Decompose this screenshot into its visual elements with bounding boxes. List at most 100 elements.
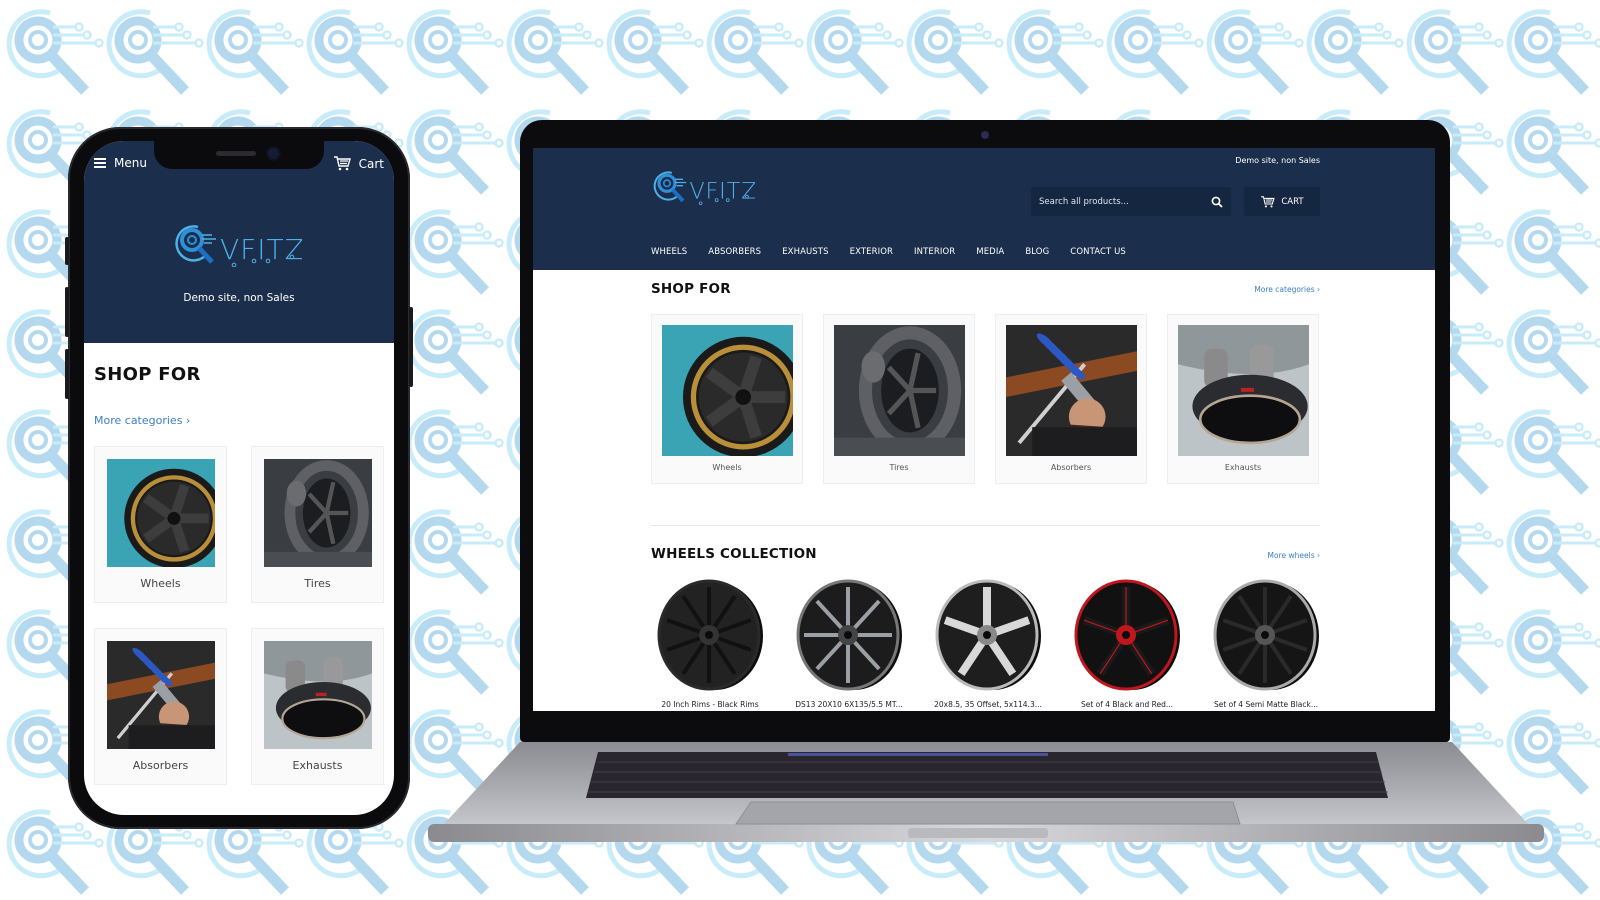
menu-label: Menu	[114, 156, 147, 170]
tire-photo	[834, 325, 965, 456]
category-label: Absorbers	[1050, 463, 1092, 472]
pattern-magnifier-icon	[1406, 9, 1504, 95]
mobile-category-card-absorbers[interactable]: Absorbers	[94, 628, 227, 785]
pattern-magnifier-icon	[406, 9, 504, 95]
product-card[interactable]: DS13 20X10 6X135/5.5 MT...	[790, 578, 908, 709]
webcam-icon	[981, 131, 989, 139]
pattern-magnifier-icon	[1506, 409, 1600, 495]
svg-text:VFITZ: VFITZ	[689, 179, 755, 205]
pattern-magnifier-icon	[306, 9, 404, 95]
mobile-shop-for-section: SHOP FOR More categories › Wheels Tires …	[84, 343, 394, 815]
category-card-wheels[interactable]: Wheels	[651, 314, 803, 484]
exhaust-photo	[264, 641, 372, 749]
pattern-magnifier-icon	[1306, 9, 1404, 95]
more-categories-link[interactable]: More categories ›	[1254, 285, 1320, 294]
category-label: Wheels	[140, 577, 181, 590]
wheel-photo	[107, 459, 215, 567]
pattern-magnifier-icon	[1506, 309, 1600, 395]
pattern-magnifier-icon	[1006, 9, 1104, 95]
cart-label: Cart	[358, 156, 384, 171]
vfitz-logo[interactable]: VFITZ	[172, 221, 304, 271]
category-card-absorbers[interactable]: Absorbers	[995, 314, 1147, 484]
pattern-magnifier-icon	[6, 9, 104, 95]
pattern-magnifier-icon	[506, 9, 604, 95]
wheel-product-image	[1074, 579, 1180, 691]
main-nav: WHEELS ABSORBERS EXHAUSTS EXTERIOR INTER…	[651, 247, 1147, 257]
pattern-magnifier-icon	[406, 409, 504, 495]
cart-button[interactable]: CART	[1244, 187, 1320, 216]
pattern-magnifier-icon	[1506, 509, 1600, 595]
search-box	[1031, 187, 1231, 216]
vfitz-logo[interactable]: VFITZ	[651, 168, 756, 209]
product-card[interactable]: Set of 4 Black and Red...	[1068, 578, 1186, 709]
desktop-header: VFITZ Demo site, non Sales CART WHEELS A…	[533, 148, 1435, 270]
search-icon[interactable]	[1211, 196, 1223, 208]
pattern-magnifier-icon	[1106, 9, 1204, 95]
absorber-photo	[107, 641, 215, 749]
pattern-magnifier-icon	[606, 9, 704, 95]
nav-interior[interactable]: INTERIOR	[914, 247, 955, 257]
category-label: Tires	[304, 577, 331, 590]
product-title: Set of 4 Semi Matte Black...	[1213, 700, 1318, 709]
category-label: Exhausts	[1224, 463, 1262, 472]
category-label: Exhausts	[292, 759, 343, 772]
pattern-magnifier-icon	[106, 9, 204, 95]
phone-screen: Menu Cart VFITZ Demo site, non Sales SHO…	[84, 141, 394, 815]
phone-notch	[154, 141, 324, 169]
pattern-magnifier-icon	[406, 109, 504, 195]
absorber-photo	[1006, 325, 1137, 456]
mobile-category-card-wheels[interactable]: Wheels	[94, 446, 227, 603]
cart-icon	[1261, 195, 1276, 207]
category-label: Wheels	[712, 463, 742, 472]
mobile-section-title: SHOP FOR	[94, 364, 201, 385]
pattern-magnifier-icon	[406, 209, 504, 295]
mobile-cart-button[interactable]: Cart	[333, 156, 384, 171]
logo-icon: VFITZ	[175, 225, 304, 268]
hamburger-icon	[94, 158, 106, 168]
product-card[interactable]: Set of 4 Semi Matte Black...	[1207, 578, 1325, 709]
category-card-tires[interactable]: Tires	[823, 314, 975, 484]
laptop-base	[428, 742, 1544, 842]
mobile-category-card-tires[interactable]: Tires	[251, 446, 384, 603]
category-card-exhausts[interactable]: Exhausts	[1167, 314, 1319, 484]
mobile-header: Menu Cart VFITZ Demo site, non Sales	[84, 141, 394, 343]
logo-icon: VFITZ	[653, 171, 756, 206]
product-card[interactable]: 20 Inch Rims - Black Rims	[651, 578, 769, 709]
nav-media[interactable]: MEDIA	[976, 247, 1004, 257]
cart-label: CART	[1281, 196, 1304, 207]
nav-contact-us[interactable]: CONTACT US	[1070, 247, 1126, 257]
wheels-product-row: 20 Inch Rims - Black Rims DS13 20X10 6X1…	[651, 578, 1325, 709]
pattern-magnifier-icon	[1506, 9, 1600, 95]
wheel-product-image	[935, 579, 1041, 691]
category-label: Absorbers	[132, 759, 189, 772]
search-input[interactable]	[1039, 196, 1189, 207]
mobile-category-card-exhausts[interactable]: Exhausts	[251, 628, 384, 785]
pattern-magnifier-icon	[406, 509, 504, 595]
product-title: 20x8.5, 35 Offset, 5x114.3...	[934, 700, 1042, 709]
wheel-product-image	[796, 579, 902, 691]
pattern-magnifier-icon	[1506, 209, 1600, 295]
nav-blog[interactable]: BLOG	[1025, 247, 1049, 257]
wheel-photo	[662, 325, 793, 456]
nav-absorbers[interactable]: ABSORBERS	[708, 247, 761, 257]
pattern-magnifier-icon	[806, 9, 904, 95]
pattern-magnifier-icon	[6, 809, 104, 895]
desktop-tagline: Demo site, non Sales	[1235, 156, 1320, 165]
more-wheels-link[interactable]: More wheels ›	[1268, 551, 1320, 560]
pattern-magnifier-icon	[1506, 109, 1600, 195]
wheel-product-image	[1213, 579, 1319, 691]
nav-exhausts[interactable]: EXHAUSTS	[782, 247, 828, 257]
product-title: 20 Inch Rims - Black Rims	[661, 700, 759, 709]
nav-exterior[interactable]: EXTERIOR	[850, 247, 893, 257]
pattern-magnifier-icon	[406, 609, 504, 695]
mobile-more-categories-link[interactable]: More categories ›	[94, 414, 190, 427]
product-card[interactable]: 20x8.5, 35 Offset, 5x114.3...	[929, 578, 1047, 709]
mobile-menu-button[interactable]: Menu	[94, 156, 147, 170]
category-grid: Wheels Tires Absorbers Exhausts	[651, 314, 1319, 484]
section-divider	[651, 525, 1320, 526]
wheel-product-image	[657, 579, 763, 691]
pattern-magnifier-icon	[206, 9, 304, 95]
nav-wheels[interactable]: WHEELS	[651, 247, 687, 257]
product-title: DS13 20X10 6X135/5.5 MT...	[795, 700, 903, 709]
product-title: Set of 4 Black and Red...	[1080, 700, 1174, 709]
